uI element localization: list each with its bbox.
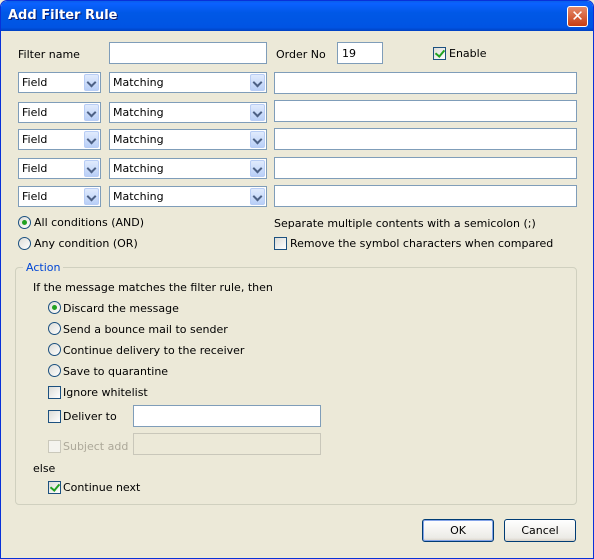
continue-delivery-radio[interactable]	[48, 343, 61, 356]
action-intro: If the message matches the filter rule, …	[33, 281, 273, 294]
chevron-down-icon[interactable]	[250, 104, 265, 121]
chevron-down-icon[interactable]	[84, 188, 99, 205]
field-select[interactable]: Field	[18, 158, 101, 179]
order-no-input[interactable]	[337, 42, 383, 64]
enable-checkbox[interactable]	[433, 47, 446, 60]
field-select[interactable]: Field	[18, 72, 101, 93]
matching-select[interactable]: Matching	[109, 129, 267, 150]
condition-content-input[interactable]	[274, 72, 577, 94]
title-bar[interactable]: Add Filter Rule ✕	[1, 1, 593, 31]
continue-delivery-label: Continue delivery to the receiver	[63, 344, 245, 357]
subject-add-checkbox	[48, 440, 61, 453]
discard-message-radio[interactable]	[48, 301, 61, 314]
condition-content-input[interactable]	[274, 185, 577, 207]
matching-select[interactable]: Matching	[109, 186, 267, 207]
remove-symbols-label: Remove the symbol characters when compar…	[290, 237, 554, 250]
chevron-down-icon[interactable]	[250, 74, 265, 91]
matching-select[interactable]: Matching	[109, 72, 267, 93]
chevron-down-icon[interactable]	[84, 131, 99, 148]
chevron-down-icon[interactable]	[84, 160, 99, 177]
ignore-whitelist-label: Ignore whitelist	[63, 386, 148, 399]
chevron-down-icon[interactable]	[250, 160, 265, 177]
bounce-mail-radio[interactable]	[48, 322, 61, 335]
remove-symbols-checkbox[interactable]	[274, 237, 287, 250]
filter-name-input[interactable]	[109, 42, 267, 64]
field-select[interactable]: Field	[18, 129, 101, 150]
ignore-whitelist-checkbox[interactable]	[48, 386, 61, 399]
cancel-button[interactable]: Cancel	[504, 519, 576, 542]
subject-add-label: Subject add	[63, 440, 129, 453]
ok-button[interactable]: OK	[422, 519, 494, 542]
bounce-mail-label: Send a bounce mail to sender	[63, 323, 228, 336]
matching-select[interactable]: Matching	[109, 158, 267, 179]
separator-hint: Separate multiple contents with a semico…	[274, 217, 536, 230]
add-filter-rule-dialog: Add Filter Rule ✕ Filter name Order No E…	[0, 0, 594, 559]
chevron-down-icon[interactable]	[84, 104, 99, 121]
deliver-to-label: Deliver to	[63, 410, 117, 423]
filter-name-label: Filter name	[18, 48, 80, 61]
save-quarantine-label: Save to quarantine	[63, 365, 169, 378]
else-label: else	[33, 462, 56, 475]
chevron-down-icon[interactable]	[84, 74, 99, 91]
chevron-down-icon[interactable]	[250, 131, 265, 148]
field-select[interactable]: Field	[18, 186, 101, 207]
continue-next-checkbox[interactable]	[48, 481, 61, 494]
subject-add-input	[133, 433, 321, 455]
deliver-to-checkbox[interactable]	[48, 410, 61, 423]
close-icon: ✕	[571, 7, 584, 25]
continue-next-label: Continue next	[63, 481, 141, 494]
order-no-label: Order No	[276, 48, 326, 61]
condition-content-input[interactable]	[274, 128, 577, 150]
action-group-legend: Action	[23, 261, 64, 274]
condition-content-input[interactable]	[274, 157, 577, 179]
condition-content-input[interactable]	[274, 100, 577, 122]
enable-label: Enable	[449, 47, 487, 60]
all-conditions-radio[interactable]	[18, 216, 31, 229]
window-title: Add Filter Rule	[8, 8, 118, 23]
any-condition-radio[interactable]	[18, 237, 31, 250]
matching-select[interactable]: Matching	[109, 102, 267, 123]
chevron-down-icon[interactable]	[250, 188, 265, 205]
all-conditions-label: All conditions (AND)	[34, 216, 145, 229]
field-select[interactable]: Field	[18, 102, 101, 123]
save-quarantine-radio[interactable]	[48, 364, 61, 377]
any-condition-label: Any condition (OR)	[34, 237, 138, 250]
close-button[interactable]: ✕	[567, 6, 588, 27]
deliver-to-input[interactable]	[133, 405, 321, 427]
discard-message-label: Discard the message	[63, 302, 179, 315]
